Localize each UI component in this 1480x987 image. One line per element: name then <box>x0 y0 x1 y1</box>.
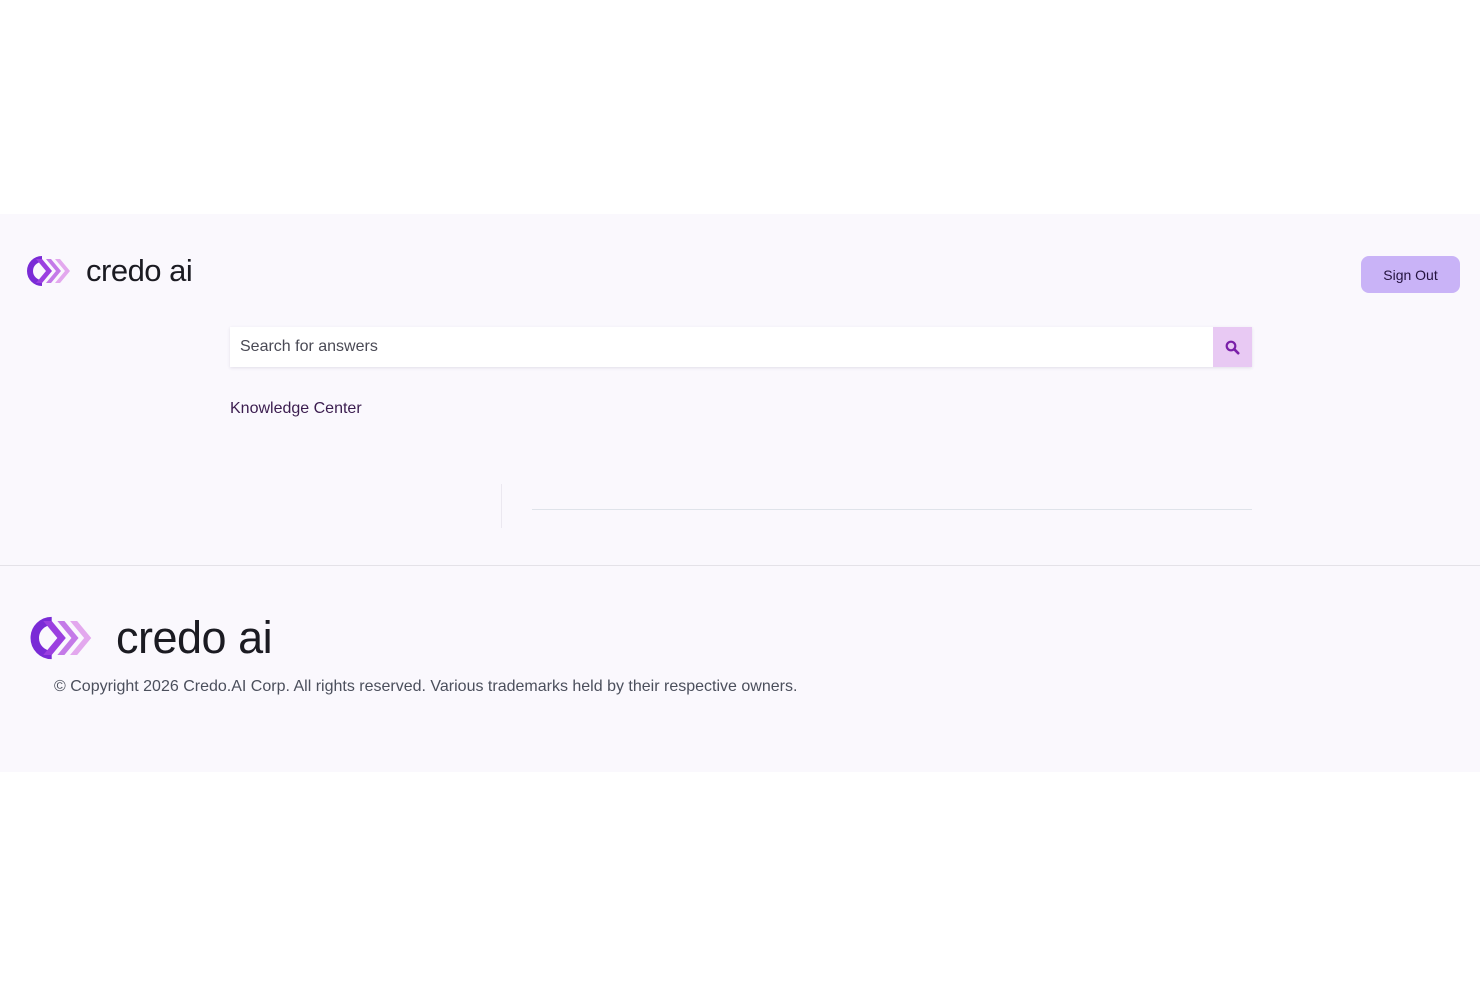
copyright-text: © Copyright 2026 Credo.AI Corp. All righ… <box>54 678 798 695</box>
horizontal-divider <box>532 509 1252 510</box>
vertical-divider <box>501 484 502 528</box>
footer-section <box>0 565 1480 772</box>
search-icon <box>1225 340 1240 354</box>
page: credo ai Sign Out Knowledge Center credo… <box>0 0 1480 987</box>
main-section <box>0 214 1480 565</box>
sign-out-button[interactable]: Sign Out <box>1361 256 1460 293</box>
footer-logo[interactable]: credo ai <box>22 612 273 664</box>
search-input[interactable] <box>230 327 1213 367</box>
knowledge-center-link[interactable]: Knowledge Center <box>230 400 362 418</box>
header-logo[interactable]: credo ai <box>22 252 193 290</box>
footer-brand-text: credo ai <box>116 612 273 663</box>
search-button[interactable] <box>1213 327 1252 367</box>
credo-logo-mark-icon <box>30 616 92 660</box>
header-brand-text: credo ai <box>86 253 193 288</box>
search-bar <box>230 327 1252 367</box>
credo-logo-mark-icon <box>27 256 70 286</box>
